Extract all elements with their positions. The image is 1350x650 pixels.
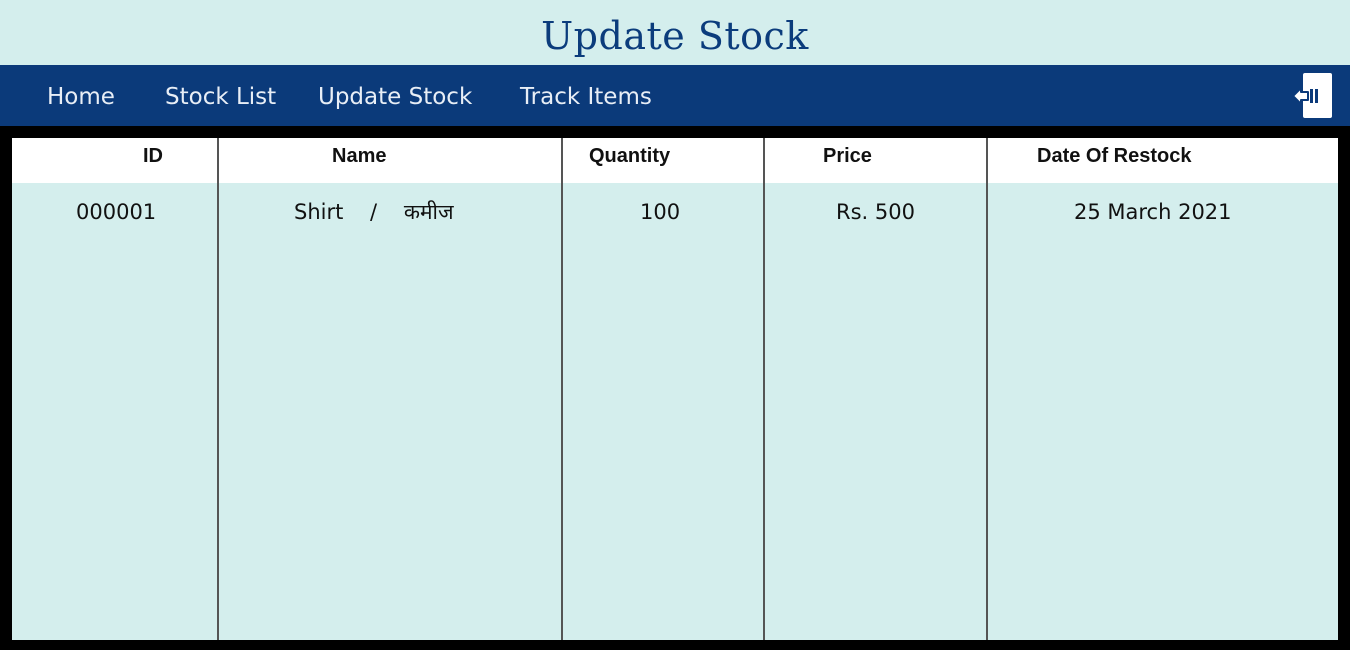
- nav-item-stock-list[interactable]: Stock List: [165, 82, 276, 112]
- column-divider: [561, 138, 563, 640]
- column-divider: [763, 138, 765, 640]
- logout-icon: [1292, 87, 1318, 105]
- column-header-id: ID: [143, 145, 163, 167]
- logout-button[interactable]: [1292, 73, 1332, 118]
- column-header-quantity: Quantity: [589, 145, 671, 167]
- cell-price: Rs. 500: [836, 200, 915, 224]
- cell-name: Shirt / कमीज: [294, 200, 454, 224]
- stock-table: ID Name Quantity Price Date Of Restock 0…: [12, 138, 1338, 640]
- column-header-name: Name: [332, 145, 387, 167]
- column-header-date: Date Of Restock: [1037, 145, 1192, 167]
- nav-item-track-items[interactable]: Track Items: [520, 82, 652, 112]
- nav-item-home[interactable]: Home: [47, 82, 115, 112]
- column-header-price: Price: [823, 145, 872, 167]
- cell-quantity: 100: [640, 200, 681, 224]
- page-header: Update Stock: [0, 0, 1350, 65]
- nav-item-update-stock[interactable]: Update Stock: [318, 82, 472, 112]
- column-divider: [986, 138, 988, 640]
- cell-date: 25 March 2021: [1074, 200, 1232, 224]
- column-divider: [217, 138, 219, 640]
- cell-id: 000001: [76, 200, 157, 224]
- page-title: Update Stock: [541, 14, 809, 58]
- nav-bar: Home Stock List Update Stock Track Items: [0, 65, 1350, 126]
- stock-table-frame: ID Name Quantity Price Date Of Restock 0…: [0, 126, 1350, 650]
